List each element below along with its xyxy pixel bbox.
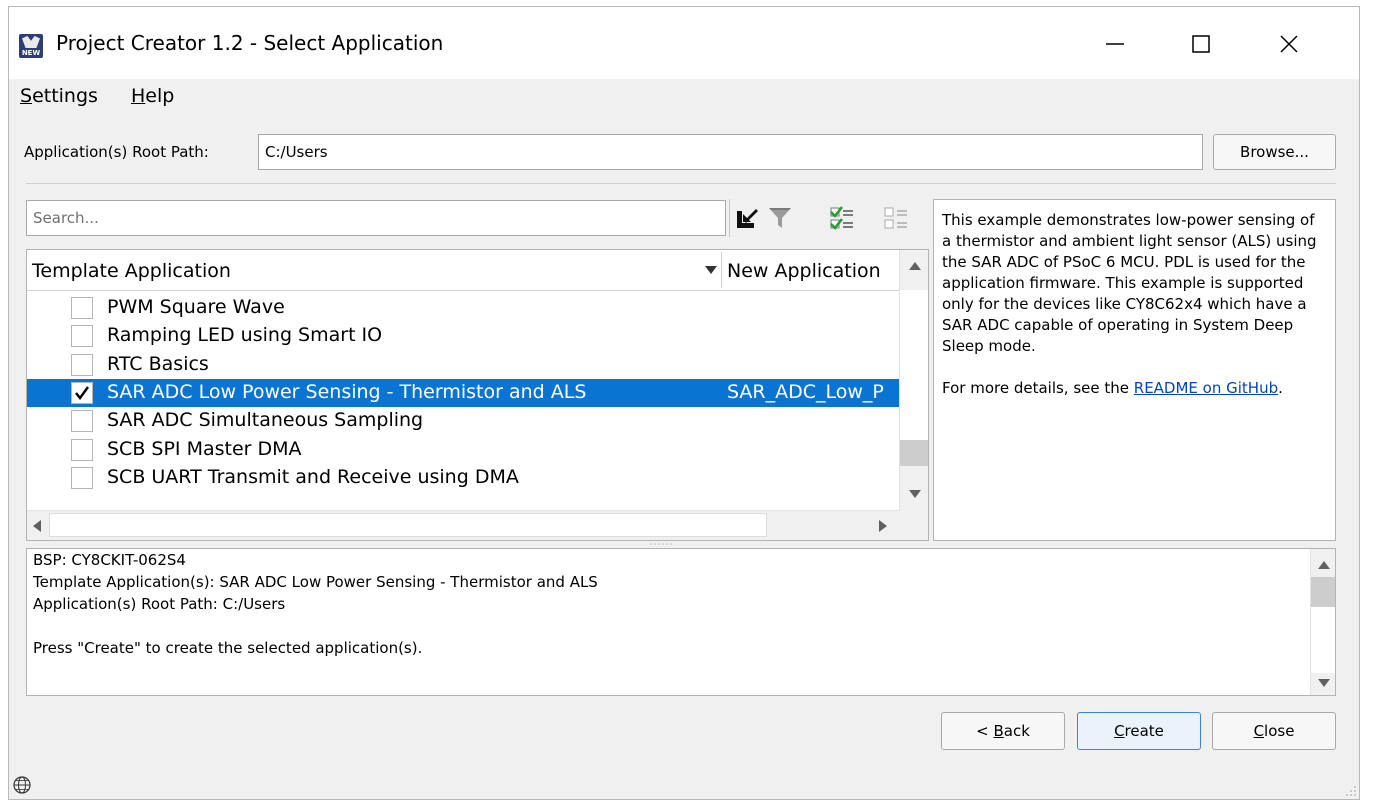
project-creator-window: NEW Project Creator 1.2 - Select Applica… [8,6,1360,800]
summary-root-path: Application(s) Root Path: C:/Users [33,595,286,613]
horizontal-scrollbar[interactable] [27,510,899,540]
browse-button[interactable]: Browse... [1213,134,1336,170]
globe-icon [13,776,31,794]
scroll-down-icon[interactable] [1318,679,1330,687]
resize-grip[interactable] [1343,783,1357,797]
row-checkbox[interactable] [71,381,93,404]
root-path-input[interactable]: C:/Users [258,134,1203,170]
close-window-button[interactable] [1263,21,1315,67]
column-template-application[interactable]: Template Application [32,260,231,282]
separator [26,183,1336,184]
select-all-button[interactable] [829,205,855,231]
table-header: Template Application New Application [27,250,899,291]
search-input[interactable]: Search... [26,200,726,236]
summary-vertical-scrollbar[interactable] [1310,549,1335,695]
table-row[interactable]: SCB SPI Master DMA [27,436,899,464]
readme-link[interactable]: README on GitHub [1134,379,1278,397]
filter-icon [769,208,791,228]
summary-panel: BSP: CY8CKIT-062S4 Template Application(… [26,548,1336,696]
summary-templates: Template Application(s): SAR ADC Low Pow… [33,573,598,591]
table-row[interactable]: SAR ADC Simultaneous Sampling [27,407,899,435]
row-template-name: RTC Basics [107,352,209,375]
scroll-up-icon[interactable] [1318,561,1330,569]
minimize-button[interactable] [1089,21,1141,67]
scroll-up-icon[interactable] [909,262,921,270]
close-icon [1280,35,1298,53]
row-template-name: SAR ADC Simultaneous Sampling [107,409,424,432]
back-button[interactable]: < Back [941,712,1065,750]
checkmark-icon [75,386,89,400]
row-new-application-name[interactable]: SAR_ADC_Low_P [727,381,899,403]
scroll-thumb[interactable] [1311,577,1335,607]
scroll-down-icon[interactable] [909,490,921,498]
row-checkbox[interactable] [71,353,93,376]
create-button[interactable]: Create [1077,712,1201,750]
deselect-all-icon [884,207,907,229]
sort-down-icon [705,266,717,274]
menu-help[interactable]: Help [131,85,174,107]
title-bar[interactable]: NEW Project Creator 1.2 - Select Applica… [9,7,1359,79]
root-path-label: Application(s) Root Path: [24,143,209,161]
summary-bsp: BSP: CY8CKIT-062S4 [33,551,186,569]
import-button[interactable] [734,205,760,231]
table-row[interactable]: RTC Basics [27,351,899,379]
import-icon [737,209,758,228]
maximize-button[interactable] [1175,21,1227,67]
close-button[interactable]: Close [1212,712,1336,750]
table-row[interactable]: SCB UART Transmit and Receive using DMA [27,464,899,492]
description-text: This example demonstrates low-power sens… [942,211,1317,355]
template-application-list: Template Application New Application PWM… [26,249,929,541]
row-checkbox[interactable] [71,438,93,461]
menu-bar: Settings Help [9,79,1359,115]
select-all-icon [830,206,853,230]
table-row[interactable]: Ramping LED using Smart IO [27,322,899,350]
filter-button[interactable] [767,205,793,231]
row-template-name: PWM Square Wave [107,296,285,318]
row-checkbox[interactable] [71,410,93,433]
application-description: This example demonstrates low-power sens… [933,199,1336,541]
table-row[interactable]: SAR ADC Low Power Sensing - Thermistor a… [27,378,899,407]
scroll-thumb[interactable] [49,513,767,537]
scroll-right-icon[interactable] [879,520,887,532]
vertical-scrollbar[interactable] [899,250,928,510]
column-new-application[interactable]: New Application [727,260,881,282]
row-checkbox[interactable] [71,466,93,489]
row-template-name: SCB UART Transmit and Receive using DMA [107,465,519,488]
menu-settings[interactable]: Settings [20,85,98,107]
scroll-left-icon[interactable] [33,520,41,532]
summary-instruction: Press "Create" to create the selected ap… [33,639,423,657]
row-checkbox[interactable] [71,325,93,348]
app-icon: NEW [19,34,43,58]
row-template-name: Ramping LED using Smart IO [107,324,383,347]
row-template-name: SCB SPI Master DMA [107,437,302,460]
description-more: For more details, see the README on GitH… [942,379,1283,397]
deselect-all-button[interactable] [883,205,909,231]
row-template-name: SAR ADC Low Power Sensing - Thermistor a… [107,380,587,403]
row-checkbox[interactable] [71,297,93,319]
scroll-thumb[interactable] [900,440,928,466]
maximize-icon [1192,35,1210,53]
window-title: Project Creator 1.2 - Select Application [56,31,444,55]
minimize-icon [1106,43,1124,45]
table-row[interactable]: PWM Square Wave [27,294,899,322]
splitter-handle[interactable] [649,542,675,546]
